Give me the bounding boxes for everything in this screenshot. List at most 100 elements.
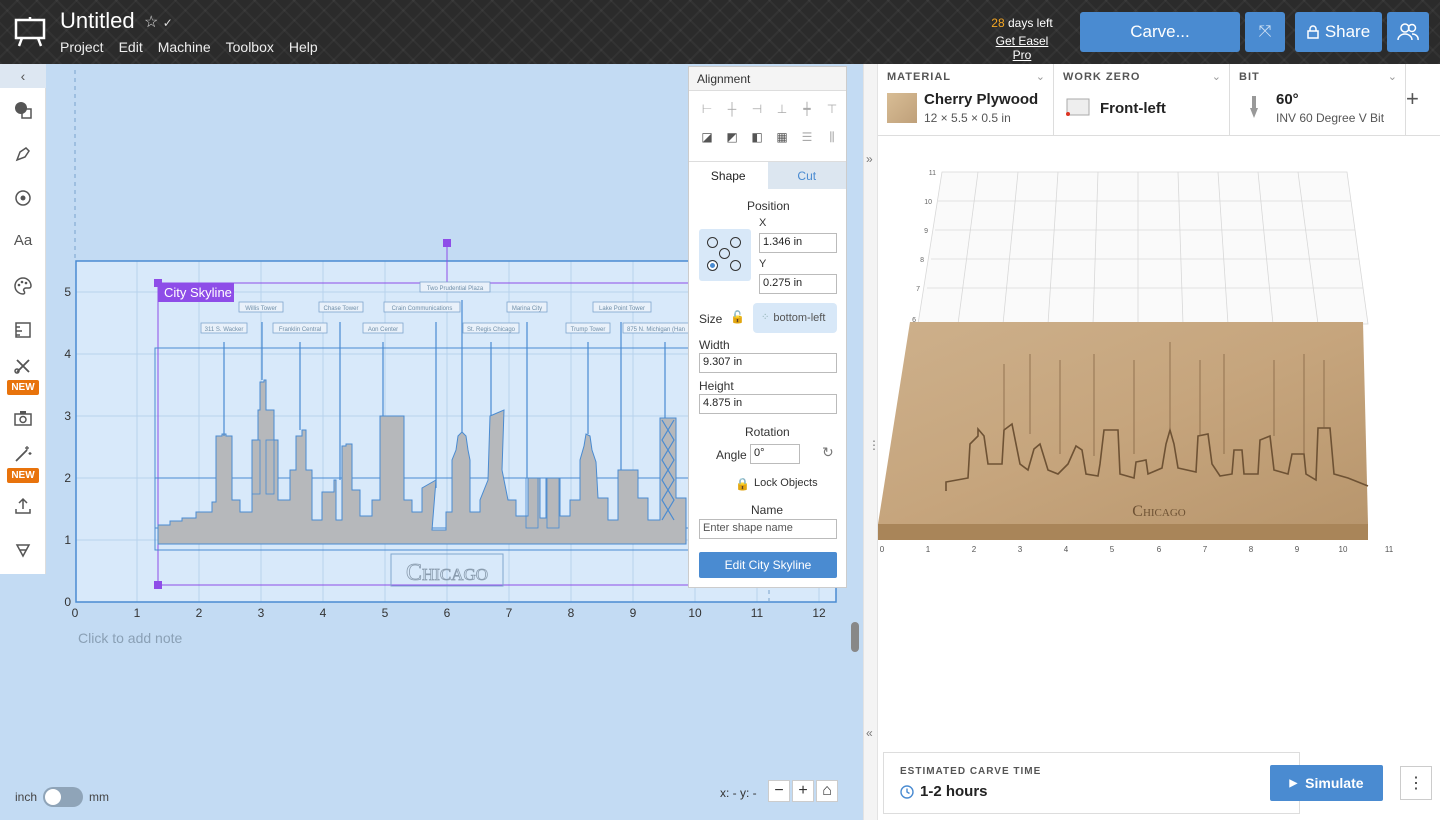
- align-bottom-icon[interactable]: ⊥: [770, 97, 794, 121]
- svg-text:1: 1: [926, 545, 931, 554]
- add-note[interactable]: Click to add note: [78, 630, 182, 646]
- more-options-button[interactable]: ⋮: [1400, 766, 1432, 800]
- lock-objects-icon[interactable]: 🔒: [735, 477, 750, 491]
- home-button[interactable]: ⌂: [816, 780, 838, 802]
- ruler-icon: [15, 322, 31, 338]
- label-lake-point: Lake Point Tower: [599, 306, 645, 312]
- y-axis-ticks: 0 1 2 3 4 5: [64, 285, 71, 609]
- rotate-reset-icon[interactable]: ↻: [822, 444, 834, 461]
- combine-icon[interactable]: ◪: [695, 125, 719, 149]
- zoom-controls: − + ⌂: [768, 780, 838, 802]
- tab-shape[interactable]: Shape: [689, 162, 768, 189]
- anchor-bottom-right[interactable]: [730, 260, 741, 271]
- preview-grid: [917, 171, 1369, 325]
- collaborators-button[interactable]: [1387, 12, 1429, 52]
- move-arrows-button[interactable]: ⤧: [1245, 12, 1285, 52]
- angle-input[interactable]: 0°: [750, 444, 800, 464]
- city-skyline-shape[interactable]: [154, 300, 696, 551]
- angle-label: Angle: [716, 448, 747, 462]
- properties-panel: Alignment ⊢ ┼ ⊣ ⊥ ┿ ⊤ ◪ ◩ ◧ ▦ ☰ ⫼ Shape …: [688, 66, 847, 588]
- label-franklin-central: Franklin Central: [279, 327, 321, 333]
- svg-text:8: 8: [1249, 545, 1254, 554]
- material-label: MATERIAL: [887, 71, 952, 83]
- height-input[interactable]: 4.875 in: [699, 394, 837, 414]
- align-left-icon[interactable]: ⊢: [695, 97, 719, 121]
- share-button[interactable]: Share: [1295, 12, 1382, 52]
- size-anchor-button[interactable]: ⁘ bottom-left: [753, 303, 837, 333]
- menu-help[interactable]: Help: [289, 39, 318, 55]
- anchor-center[interactable]: [719, 248, 730, 259]
- distribute-h-icon[interactable]: ⫼: [820, 125, 844, 149]
- simulate-button[interactable]: ▶ Simulate: [1270, 765, 1383, 801]
- collapse-toolbar-icon[interactable]: ‹: [0, 64, 46, 88]
- edit-city-skyline-button[interactable]: Edit City Skyline: [699, 552, 837, 578]
- width-input[interactable]: 9.307 in: [699, 353, 837, 373]
- project-title[interactable]: Untitled: [60, 8, 135, 34]
- import-tool[interactable]: [0, 320, 46, 340]
- shape-name-input[interactable]: Enter shape name: [699, 519, 837, 539]
- carve-time-estimate: ESTIMATED CARVE TIME 1-2 hours: [883, 752, 1300, 814]
- star-icon[interactable]: ☆: [144, 14, 158, 31]
- cut-tool[interactable]: NEW: [0, 356, 46, 395]
- collapse-preview-icon[interactable]: «: [866, 726, 873, 740]
- 3d-preview[interactable]: 67 89 1011 Chicago 01 23 45 67 89 10 11: [878, 144, 1440, 644]
- y-input[interactable]: 0.275 in: [759, 274, 837, 294]
- lock-objects-label[interactable]: Lock Objects: [754, 477, 818, 489]
- unit-mm-label: mm: [89, 790, 110, 804]
- align-center-h-icon[interactable]: ┼: [720, 97, 744, 121]
- vcarve-tool[interactable]: [0, 540, 46, 560]
- menu-machine[interactable]: Machine: [158, 39, 211, 55]
- grid-icon[interactable]: ▦: [770, 125, 794, 149]
- menu-edit[interactable]: Edit: [119, 39, 143, 55]
- zoom-in-button[interactable]: +: [792, 780, 814, 802]
- work-zero-selector[interactable]: WORK ZERO ⌄ Front-left: [1054, 64, 1230, 136]
- lock-icon: [1307, 25, 1319, 39]
- anchor-top-right[interactable]: [730, 237, 741, 248]
- width-label: Width: [699, 338, 730, 352]
- distribute-v-icon[interactable]: ☰: [795, 125, 819, 149]
- rotate-handle[interactable]: [443, 239, 451, 247]
- chevron-down-icon[interactable]: ✓: [163, 16, 173, 30]
- align-middle-v-icon[interactable]: ┿: [795, 97, 819, 121]
- resize-handle-bl[interactable]: [154, 581, 162, 589]
- intersect-icon[interactable]: ◧: [745, 125, 769, 149]
- tab-cut[interactable]: Cut: [767, 162, 846, 189]
- menu-project[interactable]: Project: [60, 39, 104, 55]
- bit-selector[interactable]: BIT ⌄ 60° INV 60 Degree V Bit: [1230, 64, 1406, 136]
- expand-right-icon[interactable]: »: [866, 152, 873, 166]
- chicago-text: Chicago: [406, 560, 488, 586]
- estimate-label: ESTIMATED CARVE TIME: [900, 766, 1042, 777]
- svg-text:3: 3: [1018, 545, 1023, 554]
- menu-toolbox[interactable]: Toolbox: [226, 39, 274, 55]
- svg-text:9: 9: [630, 606, 637, 620]
- unit-switch[interactable]: [43, 787, 84, 807]
- export-tool[interactable]: [0, 496, 46, 516]
- position-heading: Position: [747, 199, 790, 213]
- anchor-top-left[interactable]: [707, 237, 718, 248]
- get-pro-link[interactable]: Get Easel Pro: [985, 34, 1059, 62]
- camera-tool[interactable]: [0, 408, 46, 428]
- apps-tool[interactable]: [0, 276, 46, 296]
- subtract-icon[interactable]: ◩: [720, 125, 744, 149]
- shapes-tool[interactable]: [0, 100, 46, 120]
- wood-board: [878, 322, 1368, 524]
- name-label: Name: [751, 503, 784, 517]
- easel-logo-icon[interactable]: [14, 16, 46, 48]
- carve-button[interactable]: Carve...: [1080, 12, 1240, 52]
- material-selector[interactable]: MATERIAL ⌄ Cherry Plywood 12 × 5.5 × 0.5…: [878, 64, 1054, 136]
- size-lock-icon[interactable]: 🔓: [730, 310, 745, 324]
- canvas-scrollbar[interactable]: [851, 622, 859, 652]
- position-anchor-selector[interactable]: [699, 229, 751, 281]
- magic-tool[interactable]: NEW: [0, 444, 46, 483]
- add-bit-icon[interactable]: +: [1406, 86, 1419, 112]
- text-tool[interactable]: Aa: [0, 232, 46, 249]
- x-input[interactable]: 1.346 in: [759, 233, 837, 253]
- label-willis-tower: Willis Tower: [245, 306, 277, 312]
- anchor-bottom-left[interactable]: [707, 260, 718, 271]
- zoom-out-button[interactable]: −: [768, 780, 790, 802]
- align-right-icon[interactable]: ⊣: [745, 97, 769, 121]
- pen-tool[interactable]: [0, 144, 46, 164]
- align-top-icon[interactable]: ⊤: [820, 97, 844, 121]
- target-tool[interactable]: [0, 188, 46, 208]
- shape-name-label: City Skyline: [164, 285, 232, 300]
